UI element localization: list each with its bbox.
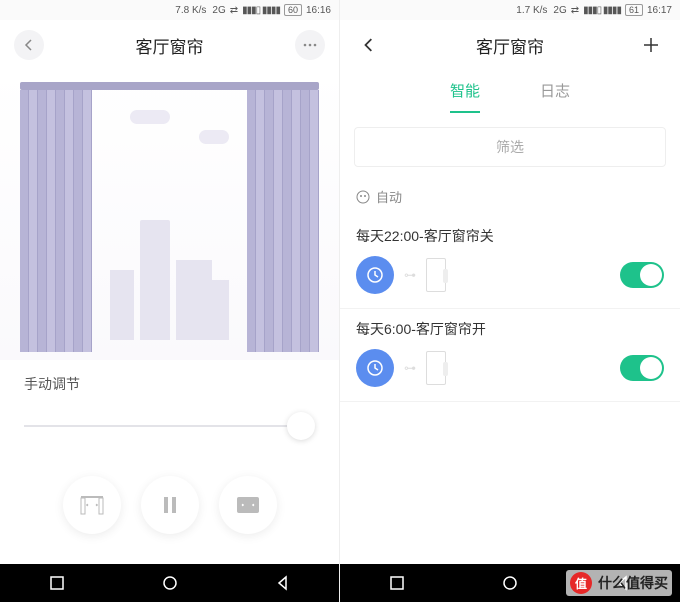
- rule-title: 每天22:00-客厅窗帘关: [356, 226, 664, 246]
- home-icon[interactable]: [502, 575, 518, 591]
- filter-label: 筛选: [496, 137, 524, 157]
- net-speed: 1.7 K/s: [516, 5, 547, 16]
- back-button[interactable]: [14, 30, 44, 60]
- net-type: 2G: [553, 5, 566, 16]
- link-icon: ⊶: [404, 361, 416, 375]
- manual-label: 手动调节: [24, 374, 315, 394]
- chevron-left-icon: [362, 38, 376, 52]
- add-button[interactable]: [636, 30, 666, 60]
- recent-apps-icon[interactable]: [389, 575, 405, 591]
- status-bar: 1.7 K/s 2G ⇄ ▮▮▮▯ ▮▮▮▮ 61 16:17: [340, 0, 680, 20]
- tabs: 智能 日志: [340, 70, 680, 113]
- pause-button[interactable]: [141, 476, 199, 534]
- back-icon[interactable]: [275, 575, 291, 591]
- wifi-icon: ⇄: [571, 5, 579, 16]
- position-slider[interactable]: [24, 416, 315, 436]
- rule-icons: ⊶: [356, 349, 446, 387]
- auto-icon: [356, 190, 370, 204]
- rule-item: 每天22:00-客厅窗帘关 ⊶: [340, 216, 680, 309]
- close-button[interactable]: [219, 476, 277, 534]
- open-button[interactable]: [63, 476, 121, 534]
- rule-title: 每天6:00-客厅窗帘开: [356, 319, 664, 339]
- watermark-text: 什么值得买: [598, 573, 668, 593]
- signal-icon: ▮▮▮▯ ▮▮▮▮: [583, 5, 621, 16]
- battery-icon: 61: [625, 4, 643, 16]
- header: 客厅窗帘: [340, 20, 680, 70]
- rule-item: 每天6:00-客厅窗帘开 ⊶: [340, 309, 680, 402]
- chevron-left-icon: [23, 39, 35, 51]
- section-label: 自动: [376, 187, 402, 206]
- signal-icon: ▮▮▮▯ ▮▮▮▮: [242, 5, 280, 16]
- more-icon: [303, 43, 317, 47]
- clock-time: 16:16: [306, 5, 331, 16]
- net-type: 2G: [212, 5, 225, 16]
- status-bar: 7.8 K/s 2G ⇄ ▮▮▮▯ ▮▮▮▮ 60 16:16: [0, 0, 339, 20]
- device-icon: [426, 258, 446, 292]
- curtain-open-icon: [80, 495, 104, 515]
- page-title: 客厅窗帘: [476, 33, 544, 58]
- link-icon: ⊶: [404, 268, 416, 282]
- page-title: 客厅窗帘: [136, 33, 204, 58]
- filter-button[interactable]: 筛选: [354, 127, 666, 167]
- rule-toggle[interactable]: [620, 262, 664, 288]
- rule-toggle[interactable]: [620, 355, 664, 381]
- recent-apps-icon[interactable]: [49, 575, 65, 591]
- device-icon: [426, 351, 446, 385]
- clock-time: 16:17: [647, 5, 672, 16]
- plus-icon: [643, 37, 659, 53]
- home-icon[interactable]: [162, 575, 178, 591]
- manual-section: 手动调节: [0, 360, 339, 436]
- section-auto: 自动: [340, 181, 680, 216]
- back-button[interactable]: [354, 30, 384, 60]
- phone-left: 7.8 K/s 2G ⇄ ▮▮▮▯ ▮▮▮▮ 60 16:16 客厅窗帘: [0, 0, 340, 602]
- slider-thumb[interactable]: [287, 412, 315, 440]
- curtain-close-icon: [236, 496, 260, 514]
- curtain-illustration: [0, 70, 339, 360]
- net-speed: 7.8 K/s: [175, 5, 206, 16]
- wifi-icon: ⇄: [230, 5, 238, 16]
- phone-right: 1.7 K/s 2G ⇄ ▮▮▮▯ ▮▮▮▮ 61 16:17 客厅窗帘 智能 …: [340, 0, 680, 602]
- watermark: 值 什么值得买: [566, 570, 672, 596]
- more-button[interactable]: [295, 30, 325, 60]
- header: 客厅窗帘: [0, 20, 339, 70]
- rule-icons: ⊶: [356, 256, 446, 294]
- control-buttons: [0, 476, 339, 534]
- clock-icon: [356, 349, 394, 387]
- tab-log[interactable]: 日志: [540, 80, 570, 113]
- tab-smart[interactable]: 智能: [450, 80, 480, 113]
- watermark-badge-icon: 值: [570, 572, 592, 594]
- battery-icon: 60: [284, 4, 302, 16]
- android-navbar: [0, 564, 339, 602]
- pause-icon: [163, 497, 177, 513]
- clock-icon: [356, 256, 394, 294]
